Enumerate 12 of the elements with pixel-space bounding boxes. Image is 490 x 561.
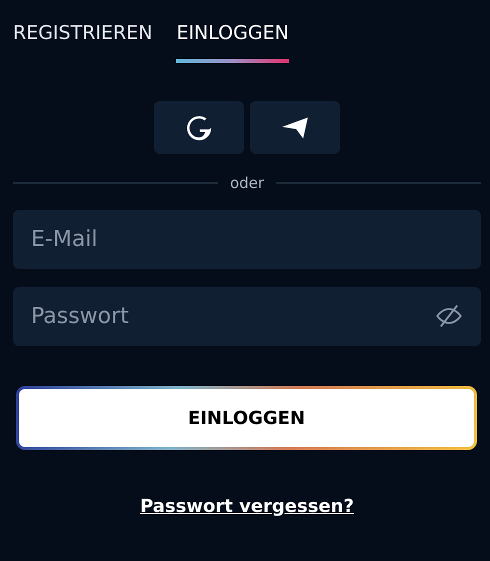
tab[interactable]: REGISTRIEREN xyxy=(13,16,152,63)
tab[interactable]: EINLOGGEN xyxy=(176,16,289,63)
divider-label: oder xyxy=(230,174,264,192)
forgot-password-link[interactable]: Passwort vergessen? xyxy=(140,496,354,517)
telegram-login-button[interactable] xyxy=(250,101,340,154)
google-login-button[interactable] xyxy=(154,101,244,154)
hidden-eye-icon[interactable] xyxy=(435,302,463,330)
paper-plane-icon xyxy=(281,116,309,140)
login-button[interactable]: EINLOGGEN xyxy=(16,386,477,450)
google-icon xyxy=(185,114,213,140)
password-field[interactable]: Passwort xyxy=(13,287,481,346)
email-field[interactable]: E-Mail xyxy=(13,210,481,269)
